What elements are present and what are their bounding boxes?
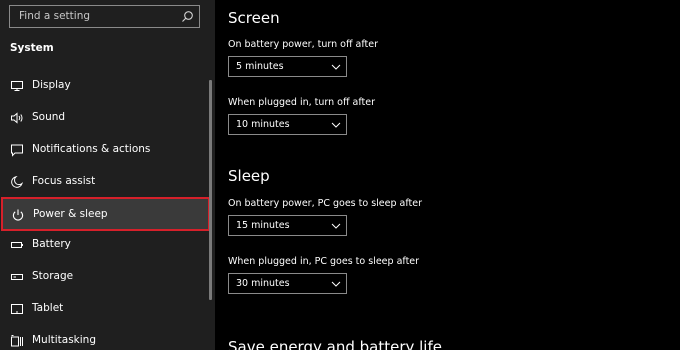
sleep-battery-dropdown[interactable]: 15 minutes <box>228 215 347 236</box>
sidebar-item-sound[interactable]: Sound <box>0 103 211 133</box>
power-icon <box>12 209 24 221</box>
monitor-icon <box>11 81 23 91</box>
sidebar-item-label: Power & sleep <box>33 208 108 220</box>
sidebar-item-label: Storage <box>32 270 74 282</box>
sidebar-scrollbar[interactable] <box>209 80 212 300</box>
sidebar-item-display[interactable]: Display <box>0 71 211 101</box>
sidebar-item-label: Sound <box>32 111 66 123</box>
notification-icon <box>11 144 23 157</box>
screen-battery-dropdown[interactable]: 5 minutes <box>228 56 347 77</box>
sidebar-item-battery[interactable]: Battery <box>0 230 211 260</box>
section-title-sleep: Sleep <box>228 167 270 185</box>
storage-icon <box>11 274 23 280</box>
moon-icon <box>11 176 23 188</box>
sidebar: Find a setting System Display Sound Noti… <box>0 0 215 350</box>
search-placeholder: Find a setting <box>19 10 91 22</box>
sidebar-item-multitasking[interactable]: Multitasking <box>0 326 211 350</box>
multitasking-icon <box>11 335 23 347</box>
section-title-save-energy: Save energy and battery life <box>228 338 442 350</box>
sidebar-item-label: Battery <box>32 238 71 250</box>
chevron-down-icon <box>331 64 341 70</box>
chevron-down-icon <box>331 223 341 229</box>
section-title-screen: Screen <box>228 9 280 27</box>
speaker-icon <box>11 112 23 124</box>
sidebar-item-label: Tablet <box>32 302 64 314</box>
sidebar-item-power-sleep[interactable]: Power & sleep <box>1 197 210 231</box>
chevron-down-icon <box>331 281 341 287</box>
settings-window: Find a setting System Display Sound Noti… <box>0 0 680 350</box>
screen-plugged-dropdown[interactable]: 10 minutes <box>228 114 347 135</box>
sidebar-item-storage[interactable]: Storage <box>0 262 211 292</box>
chevron-down-icon <box>331 122 341 128</box>
sidebar-item-tablet[interactable]: Tablet <box>0 294 211 324</box>
screen-battery-label: On battery power, turn off after <box>228 39 378 50</box>
sidebar-category-title: System <box>10 42 54 54</box>
sidebar-item-focus-assist[interactable]: Focus assist <box>0 167 211 197</box>
search-icon[interactable] <box>181 10 194 23</box>
sidebar-item-label: Display <box>32 79 71 91</box>
sidebar-item-label: Notifications & actions <box>32 143 151 155</box>
sidebar-item-label: Focus assist <box>32 175 96 187</box>
tablet-icon <box>11 304 23 314</box>
screen-plugged-label: When plugged in, turn off after <box>228 97 376 108</box>
sleep-battery-label: On battery power, PC goes to sleep after <box>228 198 423 209</box>
sidebar-item-label: Multitasking <box>32 334 97 346</box>
battery-icon <box>11 242 23 248</box>
sleep-plugged-dropdown[interactable]: 30 minutes <box>228 273 347 294</box>
dropdown-value: 5 minutes <box>236 61 284 72</box>
dropdown-value: 10 minutes <box>236 119 290 130</box>
main-content: Screen On battery power, turn off after … <box>215 0 680 350</box>
sidebar-item-notifications[interactable]: Notifications & actions <box>0 135 211 165</box>
dropdown-value: 15 minutes <box>236 220 290 231</box>
sleep-plugged-label: When plugged in, PC goes to sleep after <box>228 256 420 267</box>
dropdown-value: 30 minutes <box>236 278 290 289</box>
search-input[interactable]: Find a setting <box>9 5 200 28</box>
